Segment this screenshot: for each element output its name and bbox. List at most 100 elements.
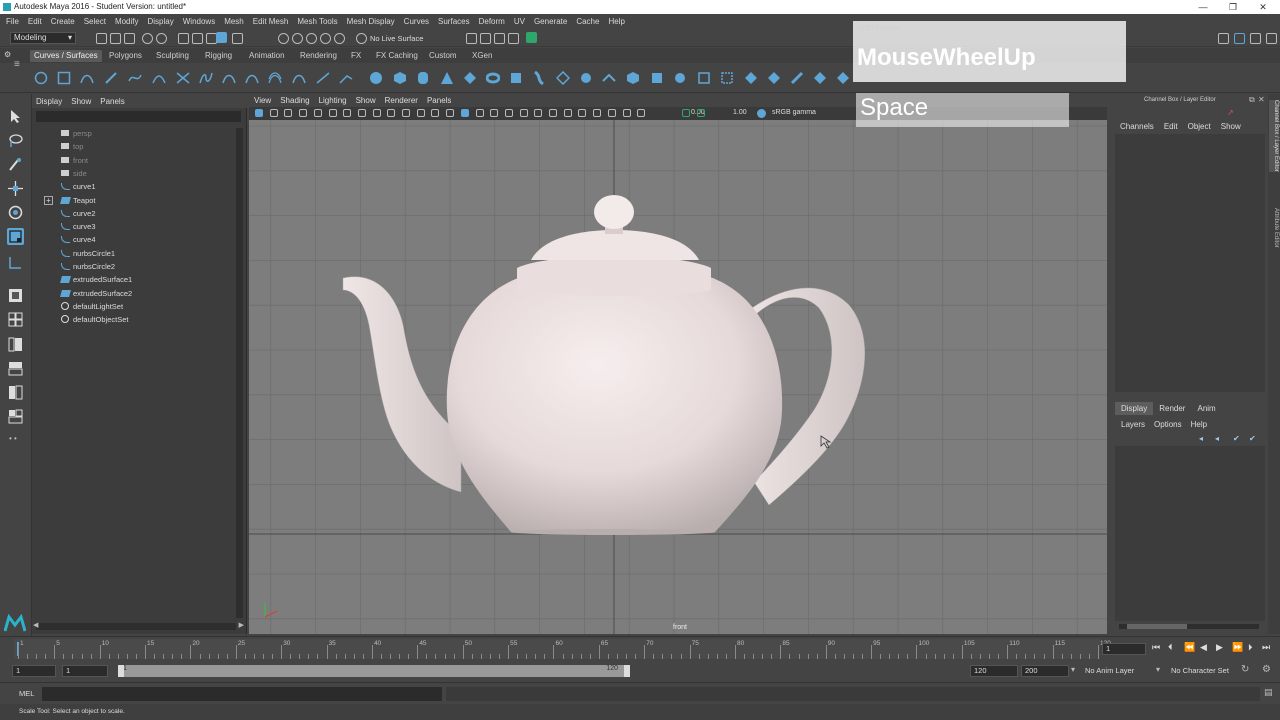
outliner-graph-layout-icon[interactable] bbox=[7, 408, 24, 425]
playback-end-field[interactable]: 120 bbox=[970, 665, 1018, 677]
film-gate-icon[interactable] bbox=[357, 109, 366, 117]
tab-fx[interactable]: FX bbox=[347, 50, 365, 62]
tab-polygons[interactable]: Polygons bbox=[105, 50, 146, 62]
depth-of-field-icon[interactable] bbox=[578, 109, 587, 117]
bevel-plus-icon[interactable] bbox=[626, 71, 640, 85]
outliner-vertical-scrollbar[interactable] bbox=[236, 128, 243, 618]
side-tab-attribute-editor[interactable]: Attribute Editor bbox=[1269, 208, 1279, 248]
new-layer-selected-icon[interactable]: ✔ bbox=[1249, 434, 1256, 443]
character-set-label[interactable]: No Character Set bbox=[1171, 666, 1229, 675]
menu-generate[interactable]: Generate bbox=[534, 17, 567, 26]
menu-surfaces[interactable]: Surfaces bbox=[438, 17, 470, 26]
rotate-tool-icon[interactable] bbox=[7, 204, 24, 221]
menu-curves[interactable]: Curves bbox=[404, 17, 429, 26]
shelf-options-icon[interactable]: ≡ bbox=[14, 59, 20, 70]
menu-uv[interactable]: UV bbox=[514, 17, 525, 26]
use-all-lights-icon[interactable] bbox=[504, 109, 513, 117]
viewport-canvas[interactable]: front bbox=[249, 120, 1107, 634]
single-perspective-layout-icon[interactable] bbox=[7, 287, 24, 304]
time-slider[interactable]: 1 5 10 15 20 25 30 35 40 45 50 55 60 65 70 75 80 85 90 95 10… bbox=[0, 636, 1280, 660]
menu-windows[interactable]: Windows bbox=[183, 17, 215, 26]
render-settings-icon[interactable] bbox=[508, 33, 519, 44]
lasso-tool-icon[interactable] bbox=[7, 132, 24, 149]
outliner-item-curve3[interactable]: curve3 bbox=[32, 220, 237, 233]
current-frame-field[interactable]: 1 bbox=[1102, 643, 1146, 655]
shadows-icon[interactable] bbox=[519, 109, 528, 117]
channel-menu-edit[interactable]: Edit bbox=[1164, 122, 1178, 131]
outliner-item-persp[interactable]: persp bbox=[32, 127, 237, 140]
nurbs-torus-icon[interactable] bbox=[486, 71, 500, 85]
motion-blur-icon[interactable] bbox=[549, 109, 557, 117]
xray-joints-icon[interactable] bbox=[622, 109, 631, 117]
panel-close-icon[interactable]: ✕ bbox=[1258, 95, 1265, 104]
auto-key-icon[interactable]: ↻ bbox=[1241, 664, 1249, 675]
outliner-item-curve4[interactable]: curve4 bbox=[32, 233, 237, 246]
outliner-item-curve1[interactable]: curve1 bbox=[32, 180, 237, 193]
color-space-label[interactable]: sRGB gamma bbox=[772, 109, 816, 116]
tab-anim-layers[interactable]: Anim bbox=[1191, 402, 1221, 415]
backface-culling-icon[interactable] bbox=[637, 109, 646, 117]
highlight-selection-icon[interactable] bbox=[232, 33, 243, 44]
more-layouts-icon[interactable]: • • bbox=[9, 434, 17, 443]
viewport-menu-lighting[interactable]: Lighting bbox=[319, 96, 347, 105]
revolve-icon[interactable] bbox=[509, 71, 523, 85]
menu-edit-mesh[interactable]: Edit Mesh bbox=[253, 17, 289, 26]
tab-sculpting[interactable]: Sculpting bbox=[152, 50, 193, 62]
add-points-icon[interactable] bbox=[316, 71, 330, 85]
rebuild-curve-icon[interactable] bbox=[292, 71, 306, 85]
insert-knot-icon[interactable] bbox=[222, 71, 236, 85]
play-backwards-icon[interactable]: ◀ bbox=[1200, 642, 1207, 653]
play-forwards-icon[interactable]: ▶ bbox=[1216, 642, 1223, 653]
persp-graph-layout-icon[interactable] bbox=[7, 360, 24, 377]
snap-surface-icon[interactable] bbox=[334, 33, 345, 44]
untrim-icon[interactable] bbox=[720, 71, 734, 85]
outliner-item-extrudedsurface2[interactable]: extrudedSurface2 bbox=[32, 287, 237, 300]
planar-icon[interactable] bbox=[556, 71, 570, 85]
time-slider-track[interactable]: 1 5 10 15 20 25 30 35 40 45 50 55 60 65 70 75 80 85 90 95 10… bbox=[14, 639, 1111, 659]
outliner-item-extrudedsurface1[interactable]: extrudedSurface1 bbox=[32, 273, 237, 286]
arc-tool-icon[interactable] bbox=[152, 71, 166, 85]
animation-start-field[interactable]: 1 bbox=[12, 665, 56, 677]
layer-editor-scrollbar[interactable] bbox=[1119, 624, 1259, 629]
ipr-render-icon[interactable] bbox=[494, 33, 505, 44]
channel-menu-show[interactable]: Show bbox=[1221, 122, 1241, 131]
outliner-item-teapot[interactable]: + Teapot bbox=[32, 194, 237, 207]
two-d-pan-zoom-icon[interactable] bbox=[313, 109, 322, 117]
nurbs-square-icon[interactable] bbox=[57, 71, 71, 85]
attach-curves-icon[interactable] bbox=[176, 71, 190, 85]
camera-attributes-icon[interactable] bbox=[269, 109, 278, 117]
viewport-menu-renderer[interactable]: Renderer bbox=[385, 96, 418, 105]
tab-render-layers[interactable]: Render bbox=[1153, 402, 1191, 415]
bookmarks-icon[interactable] bbox=[284, 109, 293, 117]
tab-curves-surfaces[interactable]: Curves / Surfaces bbox=[30, 50, 102, 62]
extrude-icon[interactable] bbox=[579, 71, 593, 85]
detach-surfaces-icon[interactable] bbox=[813, 71, 827, 85]
tab-rendering[interactable]: Rendering bbox=[296, 50, 341, 62]
channel-box-toggle-icon[interactable] bbox=[1234, 33, 1245, 44]
tab-xgen[interactable]: XGen bbox=[468, 50, 496, 62]
offset-curve-icon[interactable] bbox=[268, 71, 282, 85]
snap-view-icon[interactable] bbox=[320, 33, 331, 44]
menu-help[interactable]: Help bbox=[608, 17, 624, 26]
scale-tool-icon[interactable] bbox=[7, 228, 24, 245]
step-back-frame-icon[interactable]: ⏴ bbox=[1168, 642, 1173, 653]
cv-curve-tool-icon[interactable] bbox=[80, 71, 94, 85]
close-button[interactable]: ✕ bbox=[1248, 0, 1278, 14]
workspace-layout-icon[interactable] bbox=[1218, 33, 1229, 44]
anim-preferences-icon[interactable]: ⚙ bbox=[1262, 664, 1271, 675]
redo-icon[interactable] bbox=[156, 33, 167, 44]
xray-icon[interactable] bbox=[607, 109, 616, 117]
outliner-item-nurbscircle1[interactable]: nurbsCircle1 bbox=[32, 247, 237, 260]
restore-button[interactable]: ❐ bbox=[1218, 0, 1248, 14]
animation-end-field[interactable]: 200 bbox=[1021, 665, 1069, 677]
loft-icon[interactable] bbox=[533, 71, 547, 85]
channel-menu-channels[interactable]: Channels bbox=[1120, 122, 1154, 131]
wireframe-icon[interactable] bbox=[446, 109, 455, 117]
snap-point-icon[interactable] bbox=[306, 33, 317, 44]
undo-icon[interactable] bbox=[142, 33, 153, 44]
move-layer-down-icon[interactable]: ◂ bbox=[1215, 434, 1219, 443]
layer-menu-help[interactable]: Help bbox=[1191, 420, 1207, 429]
menu-mesh-display[interactable]: Mesh Display bbox=[347, 17, 395, 26]
menu-file[interactable]: File bbox=[6, 17, 19, 26]
script-editor-icon[interactable]: ▤ bbox=[1264, 687, 1273, 698]
